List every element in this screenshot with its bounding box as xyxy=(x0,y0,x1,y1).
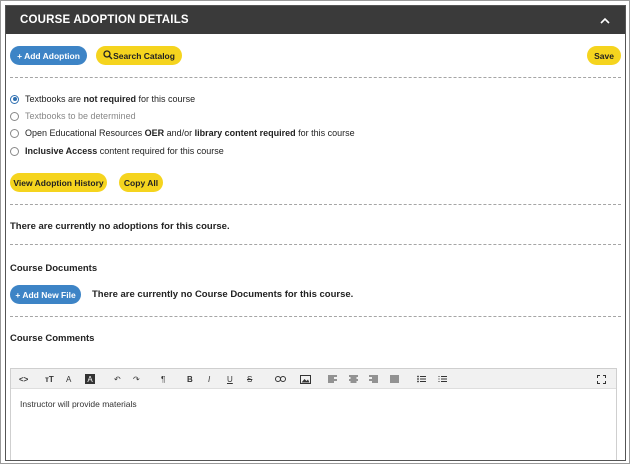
divider xyxy=(10,244,621,245)
option-inclusive-access[interactable]: Inclusive Access content required for th… xyxy=(10,145,224,157)
option-label: Inclusive Access content required for th… xyxy=(25,146,224,156)
font-size-icon[interactable]: тТ xyxy=(45,373,54,385)
editor-content[interactable]: Instructor will provide materials xyxy=(11,389,616,419)
align-right-icon[interactable] xyxy=(369,373,378,385)
no-documents-message: There are currently no Course Documents … xyxy=(92,289,354,300)
italic-icon[interactable]: I xyxy=(208,373,210,385)
option-label: Open Educational Resources OER and/or li… xyxy=(25,128,355,138)
comments-editor[interactable]: <> тТ A A ↶ ↷ ¶ B I U S Instructor will … xyxy=(10,368,617,460)
align-left-icon[interactable] xyxy=(328,373,337,385)
fullscreen-icon[interactable] xyxy=(597,373,606,385)
align-justify-icon[interactable] xyxy=(390,373,399,385)
option-label: Textbooks to be determined xyxy=(25,111,136,121)
underline-icon[interactable]: U xyxy=(227,373,233,385)
undo-icon[interactable]: ↶ xyxy=(114,373,121,385)
action-row: + Add Adoption Search Catalog Save xyxy=(10,46,621,65)
no-adoptions-message: There are currently no adoptions for thi… xyxy=(10,221,230,232)
search-icon xyxy=(103,50,113,60)
radio-to-be-determined[interactable] xyxy=(10,111,19,121)
option-to-be-determined[interactable]: Textbooks to be determined xyxy=(10,110,136,122)
save-button[interactable]: Save xyxy=(587,46,621,65)
panel-title: COURSE ADOPTION DETAILS xyxy=(20,14,189,26)
course-documents-title: Course Documents xyxy=(10,263,98,274)
search-catalog-label: Search Catalog xyxy=(113,50,175,61)
link-icon[interactable] xyxy=(275,373,286,385)
paragraph-icon[interactable]: ¶ xyxy=(161,373,165,385)
course-comments-title: Course Comments xyxy=(10,333,95,344)
radio-inclusive-access[interactable] xyxy=(10,146,19,156)
radio-not-required[interactable] xyxy=(10,94,19,104)
strikethrough-icon[interactable]: S xyxy=(247,373,252,385)
numbered-list-icon[interactable] xyxy=(438,373,447,385)
radio-oer[interactable] xyxy=(10,128,19,138)
panel-header[interactable]: COURSE ADOPTION DETAILS xyxy=(6,6,625,34)
divider xyxy=(10,77,621,78)
bullet-list-icon[interactable] xyxy=(417,373,426,385)
redo-icon[interactable]: ↷ xyxy=(133,373,140,385)
code-view-icon[interactable]: <> xyxy=(19,373,28,385)
copy-all-button[interactable]: Copy All xyxy=(119,173,163,192)
option-not-required[interactable]: Textbooks are not required for this cour… xyxy=(10,93,195,105)
screenshot-frame: COURSE ADOPTION DETAILS + Add Adoption S… xyxy=(0,0,630,464)
divider xyxy=(10,204,621,205)
image-icon[interactable] xyxy=(300,373,311,385)
view-adoption-history-button[interactable]: View Adoption History xyxy=(10,173,107,192)
add-new-file-button[interactable]: + Add New File xyxy=(10,285,81,304)
font-color-icon[interactable]: A xyxy=(66,373,71,385)
chevron-up-icon[interactable] xyxy=(599,14,611,26)
highlight-icon[interactable]: A xyxy=(85,373,95,385)
divider xyxy=(10,316,621,317)
svg-text:A: A xyxy=(87,375,93,384)
course-adoption-panel: COURSE ADOPTION DETAILS + Add Adoption S… xyxy=(5,5,626,461)
add-adoption-button[interactable]: + Add Adoption xyxy=(10,46,87,65)
editor-toolbar: <> тТ A A ↶ ↷ ¶ B I U S xyxy=(11,369,616,389)
search-catalog-button[interactable]: Search Catalog xyxy=(96,46,182,65)
option-oer[interactable]: Open Educational Resources OER and/or li… xyxy=(10,127,355,139)
align-center-icon[interactable] xyxy=(349,373,358,385)
bold-icon[interactable]: B xyxy=(187,373,193,385)
option-label: Textbooks are not required for this cour… xyxy=(25,94,196,104)
